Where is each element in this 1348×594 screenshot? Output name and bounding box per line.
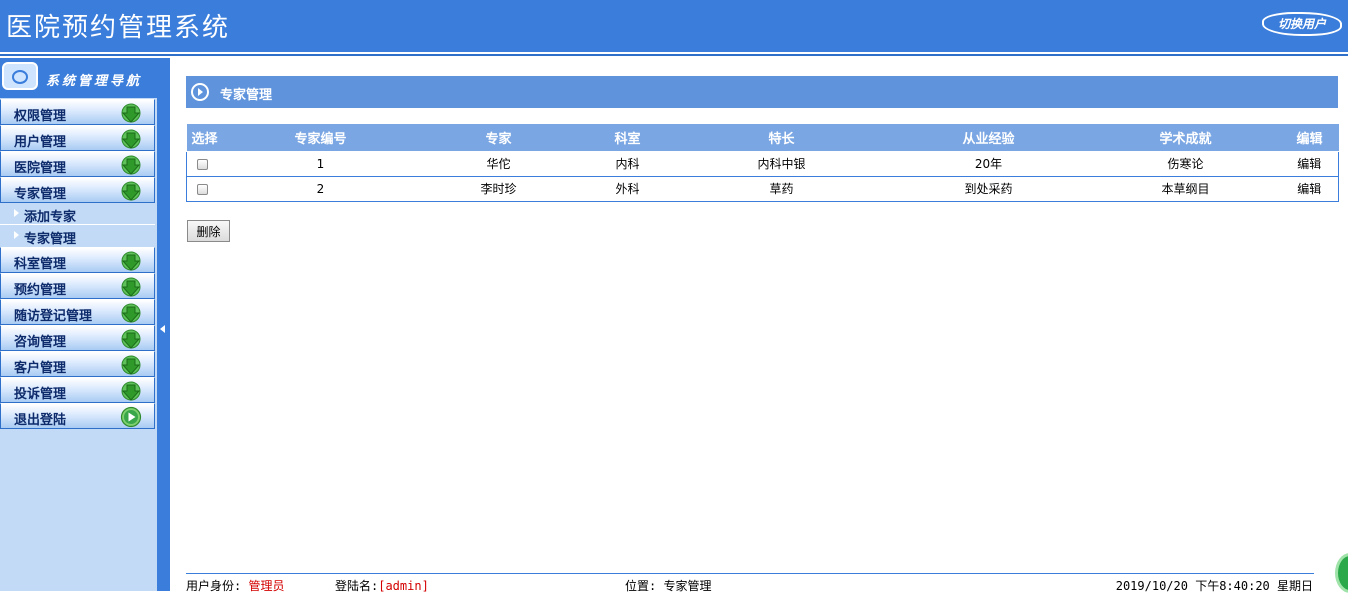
circle-play-icon [191, 83, 209, 101]
green-down-arrow-icon [121, 355, 141, 375]
sidebar-subitem-label: 专家管理 [24, 232, 77, 247]
table-row: 1 华佗 内科 内科中银 20年 伤寒论 编辑 [186, 151, 1339, 177]
select-cell [186, 151, 223, 177]
sidebar-subitem-manage-experts[interactable]: 专家管理 [0, 225, 155, 247]
sidebar-item-users[interactable]: 用户管理 [0, 125, 155, 151]
collapse-left-arrow-icon [160, 325, 165, 333]
sidebar-item-label: 预约管理 [14, 283, 67, 298]
department-cell: 外科 [578, 176, 677, 202]
edit-link[interactable]: 编辑 [1280, 151, 1339, 177]
sidebar-item-logout[interactable]: 退出登陆 [0, 403, 155, 429]
green-down-arrow-icon [121, 129, 141, 149]
green-down-arrow-icon [121, 277, 141, 297]
sidebar-item-label: 专家管理 [14, 187, 67, 202]
sidebar-title: 系统管理导航 [46, 74, 143, 89]
table-row: 2 李时珍 外科 草药 到处采药 本草纲目 编辑 [186, 176, 1339, 202]
select-cell [186, 176, 223, 202]
column-header-specialty: 特长 [676, 124, 887, 152]
footer-divider [186, 573, 1314, 574]
sidebar-item-label: 投诉管理 [14, 387, 67, 402]
specialty-cell: 草药 [676, 176, 887, 202]
sidebar-item-label: 医院管理 [14, 161, 67, 176]
header-divider [0, 52, 1348, 56]
status-login: 登陆名:[admin] [335, 577, 429, 594]
sidebar-item-complaints[interactable]: 投诉管理 [0, 377, 155, 403]
sidebar-item-label: 权限管理 [14, 109, 67, 124]
sidebar-item-followup[interactable]: 随访登记管理 [0, 299, 155, 325]
department-cell: 内科 [578, 151, 677, 177]
sidebar-item-permissions[interactable]: 权限管理 [0, 99, 155, 125]
sidebar-item-experts[interactable]: 专家管理 [0, 177, 155, 203]
bullet-triangle-icon [14, 231, 19, 239]
column-header-department: 科室 [578, 124, 677, 152]
column-header-select: 选择 [186, 124, 223, 152]
column-header-edit: 编辑 [1280, 124, 1339, 152]
sidebar-item-label: 退出登陆 [14, 413, 67, 428]
sidebar: 系统管理导航 权限管理 用户管理 医院管理 专家管理 添加专家 专家管理 科室管… [0, 58, 157, 591]
green-down-arrow-icon [121, 381, 141, 401]
expert-name-cell: 李时珍 [418, 176, 579, 202]
column-header-achievement: 学术成就 [1090, 124, 1281, 152]
column-header-experience: 从业经验 [886, 124, 1091, 152]
sidebar-item-label: 随访登记管理 [14, 309, 93, 324]
status-datetime: 2019/10/20 下午8:40:20 星期日 [1115, 579, 1313, 593]
system-logo-icon [2, 62, 38, 90]
panel-title-bar: 专家管理 [186, 76, 1338, 108]
expert-id-cell: 2 [222, 176, 419, 202]
table-header-row: 选择 专家编号 专家 科室 特长 从业经验 学术成就 编辑 [186, 124, 1339, 152]
panel-title: 专家管理 [220, 88, 273, 103]
green-down-arrow-icon [121, 303, 141, 323]
sidebar-item-consultation[interactable]: 咨询管理 [0, 325, 155, 351]
sidebar-item-appointments[interactable]: 预约管理 [0, 273, 155, 299]
status-location: 位置: 专家管理 [625, 577, 711, 594]
sidebar-item-label: 客户管理 [14, 361, 67, 376]
sidebar-subitem-add-expert[interactable]: 添加专家 [0, 203, 155, 225]
delete-button[interactable]: 删除 [187, 220, 230, 242]
sidebar-item-customers[interactable]: 客户管理 [0, 351, 155, 377]
bullet-triangle-icon [14, 209, 19, 217]
edit-link[interactable]: 编辑 [1280, 176, 1339, 202]
expert-name-cell: 华佗 [418, 151, 579, 177]
achievement-cell: 本草纲目 [1090, 176, 1281, 202]
app-title: 医院预约管理系统 [6, 13, 231, 43]
row-checkbox[interactable] [197, 158, 208, 170]
sidebar-menu: 权限管理 用户管理 医院管理 专家管理 添加专家 专家管理 科室管理 预约管理 [0, 99, 157, 429]
green-down-arrow-icon [121, 181, 141, 201]
floating-badge-icon[interactable] [1335, 553, 1348, 593]
column-header-expert: 专家 [418, 124, 579, 152]
green-down-arrow-icon [121, 103, 141, 123]
green-down-arrow-icon [121, 329, 141, 349]
sidebar-subitem-label: 添加专家 [24, 210, 77, 225]
sidebar-item-label: 科室管理 [14, 257, 67, 272]
sidebar-collapse-toggle[interactable] [157, 58, 170, 591]
switch-user-button[interactable]: 切换用户 [1262, 12, 1342, 36]
status-identity: 用户身份: 管理员 [186, 577, 284, 594]
app-header: 医院预约管理系统 切换用户 [0, 0, 1348, 52]
green-down-arrow-icon [121, 155, 141, 175]
expert-id-cell: 1 [222, 151, 419, 177]
green-down-arrow-icon [121, 251, 141, 271]
specialty-cell: 内科中银 [676, 151, 887, 177]
experts-table: 选择 专家编号 专家 科室 特长 从业经验 学术成就 编辑 1 华佗 内科 内科… [186, 124, 1339, 202]
sidebar-item-departments[interactable]: 科室管理 [0, 247, 155, 273]
green-play-icon [120, 406, 142, 428]
sidebar-item-label: 咨询管理 [14, 335, 67, 350]
row-checkbox[interactable] [197, 183, 208, 195]
sidebar-header: 系统管理导航 [0, 58, 157, 98]
sidebar-item-hospitals[interactable]: 医院管理 [0, 151, 155, 177]
experience-cell: 到处采药 [886, 176, 1091, 202]
column-header-expert-id: 专家编号 [222, 124, 419, 152]
experience-cell: 20年 [886, 151, 1091, 177]
achievement-cell: 伤寒论 [1090, 151, 1281, 177]
sidebar-item-label: 用户管理 [14, 135, 67, 150]
